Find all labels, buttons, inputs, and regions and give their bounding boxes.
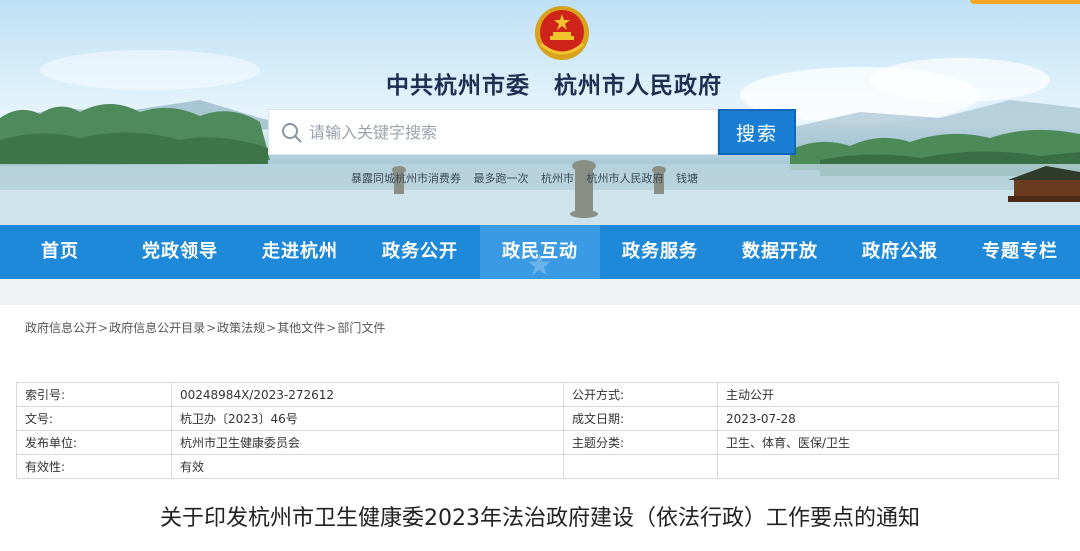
main-nav: 首页 党政领导 走进杭州 政务公开 政民互动 ★ 政务服务 数据开放 政府公报 … — [0, 225, 1080, 283]
info-value: 主动公开 — [717, 382, 1059, 407]
info-value: 00248984X/2023-272612 — [171, 382, 564, 407]
breadcrumb-item[interactable]: 政府信息公开 — [25, 321, 97, 335]
search-input[interactable] — [309, 110, 709, 154]
info-value — [717, 454, 1059, 479]
table-row: 文号: 杭卫办〔2023〕46号 成文日期: 2023-07-28 — [16, 406, 1059, 431]
info-value: 杭卫办〔2023〕46号 — [171, 406, 564, 431]
table-row: 索引号: 00248984X/2023-272612 公开方式: 主动公开 — [16, 382, 1059, 407]
breadcrumb-item[interactable]: 政府信息公开目录 — [109, 321, 205, 335]
info-value: 2023-07-28 — [717, 406, 1059, 431]
nav-item-leadership[interactable]: 党政领导 — [120, 225, 240, 279]
info-value: 杭州市卫生健康委员会 — [171, 430, 564, 455]
breadcrumb-separator: > — [206, 321, 217, 335]
search-button[interactable]: 搜索 — [718, 109, 796, 155]
info-value: 有效 — [171, 454, 564, 479]
info-key: 文号: — [16, 406, 172, 431]
table-row: 发布单位: 杭州市卫生健康委员会 主题分类: 卫生、体育、医保/卫生 — [16, 430, 1059, 455]
info-key: 发布单位: — [16, 430, 172, 455]
nav-item-gov-services[interactable]: 政务服务 — [600, 225, 720, 279]
nav-item-special-topics[interactable]: 专题专栏 — [960, 225, 1080, 279]
nav-item-home[interactable]: 首页 — [0, 225, 120, 279]
search-icon — [282, 123, 302, 143]
breadcrumb-item[interactable]: 部门文件 — [337, 321, 385, 335]
info-key: 有效性: — [16, 454, 172, 479]
nav-item-open-data[interactable]: 数据开放 — [720, 225, 840, 279]
info-key: 主题分类: — [563, 430, 718, 455]
nav-item-gov-gazette[interactable]: 政府公报 — [840, 225, 960, 279]
info-key: 索引号: — [16, 382, 172, 407]
breadcrumb-separator: > — [98, 321, 109, 335]
hot-link[interactable]: 最多跑一次 — [474, 172, 529, 185]
info-key — [563, 454, 718, 479]
hot-link[interactable]: 杭州市 — [541, 172, 574, 185]
breadcrumb-separator: > — [266, 321, 277, 335]
breadcrumb: 政府信息公开>政府信息公开目录>政策法规>其他文件>部门文件 — [25, 319, 385, 336]
sub-nav-strip — [0, 279, 1080, 305]
document-title: 关于印发杭州市卫生健康委2023年法治政府建设（依法行政）工作要点的通知 — [160, 506, 920, 531]
nav-item-interaction[interactable]: 政民互动 ★ — [480, 225, 600, 283]
nav-item-gov-affairs-open[interactable]: 政务公开 — [360, 225, 480, 279]
top-accent-bar — [970, 0, 1080, 4]
breadcrumb-item[interactable]: 其他文件 — [277, 321, 325, 335]
breadcrumb-separator: > — [326, 321, 337, 335]
breadcrumb-item[interactable]: 政策法规 — [217, 321, 265, 335]
document-info-table: 索引号: 00248984X/2023-272612 公开方式: 主动公开 文号… — [16, 382, 1059, 479]
hot-link[interactable]: 钱塘 — [676, 172, 698, 185]
info-key: 成文日期: — [563, 406, 718, 431]
site-title: 中共杭州市委 杭州市人民政府 — [386, 72, 722, 99]
national-emblem-icon — [535, 6, 589, 60]
header-banner: 中共杭州市委 杭州市人民政府 搜索 暴露同城杭州市消费券 最多跑一次 杭州市 杭… — [0, 0, 1080, 225]
hot-link[interactable]: 杭州市人民政府 — [587, 172, 664, 185]
info-value: 卫生、体育、医保/卫生 — [717, 430, 1059, 455]
table-row: 有效性: 有效 — [16, 454, 1059, 479]
hot-links: 暴露同城杭州市消费券 最多跑一次 杭州市 杭州市人民政府 钱塘 — [351, 170, 707, 186]
search-box — [268, 109, 718, 155]
star-decoration-icon: ★ — [526, 248, 554, 283]
info-key: 公开方式: — [563, 382, 718, 407]
nav-item-about-hangzhou[interactable]: 走进杭州 — [240, 225, 360, 279]
hot-link[interactable]: 暴露同城杭州市消费券 — [351, 172, 461, 185]
